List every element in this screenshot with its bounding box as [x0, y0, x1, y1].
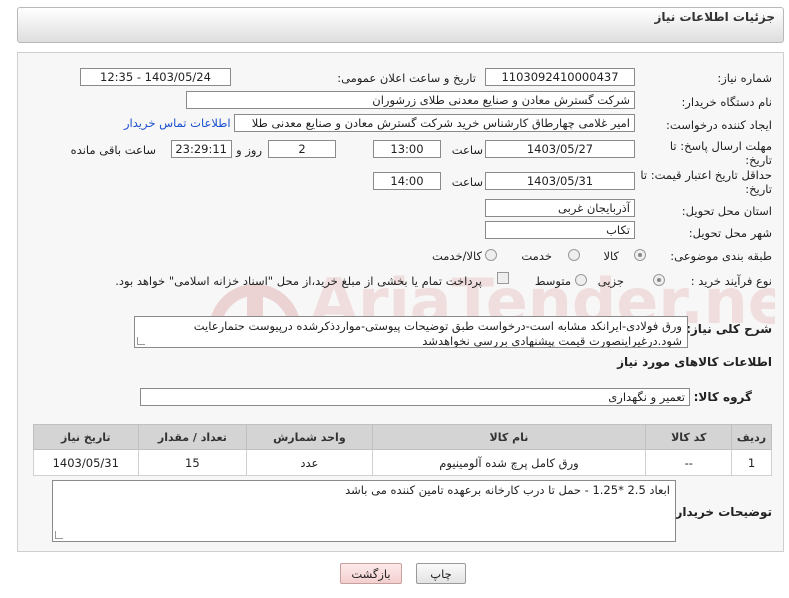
purchase-minor-radio[interactable]: [653, 274, 665, 286]
reply-deadline-time-field: 13:00: [373, 140, 441, 158]
table-row: 1 -- ورق کامل پرچ شده آلومینیوم عدد 15 1…: [33, 449, 772, 476]
resize-grip-icon[interactable]: [55, 531, 63, 539]
buyer-notes-label: توضیحات خریدار:: [670, 505, 772, 519]
price-validity-date-field: 1403/05/31: [485, 172, 635, 190]
remaining-time-field: 23:29:11: [171, 140, 232, 158]
table-header-row: ردیف کد کالا نام کالا واحد شمارش تعداد /…: [33, 424, 772, 450]
goods-section-title: اطلاعات کالاهای مورد نیاز: [617, 355, 772, 369]
reply-deadline-date-label: تاریخ:: [745, 153, 772, 167]
col-row-number: ردیف: [731, 424, 772, 450]
cell-item-code: --: [645, 449, 733, 476]
subject-goods-label: کالا: [603, 249, 619, 263]
buyer-contact-link[interactable]: اطلاعات تماس خریدار: [124, 116, 231, 130]
cell-quantity: 15: [137, 449, 248, 476]
col-need-date: تاریخ نیاز: [33, 424, 139, 450]
buyer-org-field: شرکت گسترش معادن و صنایع معدنی طلای زرشو…: [186, 91, 635, 109]
delivery-city-label: شهر محل تحویل:: [688, 226, 772, 240]
buyer-notes-text: ابعاد 2.5 *1.25 - حمل تا درب کارخانه برع…: [345, 483, 670, 497]
subject-goods-radio[interactable]: [634, 249, 646, 261]
delivery-province-field: آذربایجان غربی: [485, 199, 635, 217]
buyer-org-label: نام دستگاه خریدار:: [681, 95, 772, 109]
reply-deadline-date-field: 1403/05/27: [485, 140, 635, 158]
col-quantity: تعداد / مقدار: [137, 424, 248, 450]
page-title: جزئیات اطلاعات نیاز: [654, 10, 775, 24]
back-button[interactable]: بازگشت: [340, 563, 402, 584]
items-table: ردیف کد کالا نام کالا واحد شمارش تعداد /…: [33, 424, 772, 476]
col-unit: واحد شمارش: [246, 424, 373, 450]
delivery-province-label: استان محل تحویل:: [681, 204, 772, 218]
description-line-1: ورق فولادی-ایرانکد مشابه است-درخواست طبق…: [193, 319, 682, 333]
goods-group-field: تعمیر و نگهداری: [140, 388, 690, 406]
cell-item-name: ورق کامل پرچ شده آلومینیوم: [371, 449, 647, 476]
treasury-payment-note: پرداخت تمام یا بخشی از مبلغ خرید،از محل …: [115, 274, 482, 288]
requester-label: ایجاد کننده درخواست:: [666, 118, 772, 132]
announce-datetime-field: 1403/05/24 - 12:35: [80, 68, 231, 86]
need-number-field: 1103092410000437: [485, 68, 635, 86]
purchase-medium-radio[interactable]: [575, 274, 587, 286]
purchase-type-label: نوع فرآیند خرید :: [690, 274, 772, 288]
requester-field: امیر غلامی چهارطاق کارشناس خرید شرکت گست…: [234, 114, 635, 132]
resize-grip-icon[interactable]: [137, 337, 145, 345]
col-item-code: کد کالا: [645, 424, 733, 450]
remaining-days-label: روز و: [236, 143, 262, 157]
subject-goods-service-radio[interactable]: [485, 249, 497, 261]
goods-group-label: گروه کالا:: [693, 390, 752, 404]
remaining-days-field: 2: [268, 140, 336, 158]
remaining-time-label: ساعت باقی مانده: [70, 143, 156, 157]
subject-class-label: طبقه بندی موضوعی:: [670, 249, 772, 263]
subject-service-label: خدمت: [521, 249, 552, 263]
price-validity-label: حداقل تاریخ اعتبار قیمت: تا: [640, 168, 772, 182]
cell-unit: عدد: [246, 449, 373, 476]
description-line-2: شود.درغیراینصورت قیمت پیشنهادی بررسی نخو…: [422, 334, 682, 348]
col-item-name: نام کالا: [371, 424, 647, 450]
description-label: شرح کلی نیاز:: [686, 322, 772, 336]
subject-goods-service-label: کالا/خدمت: [431, 249, 482, 263]
purchase-minor-label: جزیی: [597, 274, 624, 288]
price-validity-time-label: ساعت: [451, 175, 483, 189]
cell-need-date: 1403/05/31: [33, 449, 139, 476]
treasury-payment-checkbox[interactable]: [497, 272, 509, 284]
announce-datetime-label: تاریخ و ساعت اعلان عمومی:: [337, 71, 476, 85]
cell-row-number: 1: [731, 449, 772, 476]
price-validity-date-label: تاریخ:: [745, 182, 772, 196]
print-button[interactable]: چاپ: [416, 563, 466, 584]
reply-deadline-time-label: ساعت: [451, 143, 483, 157]
buyer-notes-textarea: ابعاد 2.5 *1.25 - حمل تا درب کارخانه برع…: [52, 480, 676, 542]
price-validity-time-field: 14:00: [373, 172, 441, 190]
description-textarea: ورق فولادی-ایرانکد مشابه است-درخواست طبق…: [134, 316, 688, 348]
reply-deadline-label: مهلت ارسال پاسخ: تا: [669, 139, 772, 153]
delivery-city-field: تکاب: [485, 221, 635, 239]
purchase-medium-label: متوسط: [534, 274, 571, 288]
subject-service-radio[interactable]: [568, 249, 580, 261]
need-number-label: شماره نیاز:: [717, 71, 772, 85]
